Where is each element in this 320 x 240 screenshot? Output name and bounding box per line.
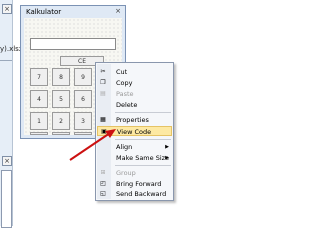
annotation-arrow xyxy=(69,129,116,161)
arrow-line xyxy=(69,132,111,161)
arrow-head xyxy=(105,129,116,138)
